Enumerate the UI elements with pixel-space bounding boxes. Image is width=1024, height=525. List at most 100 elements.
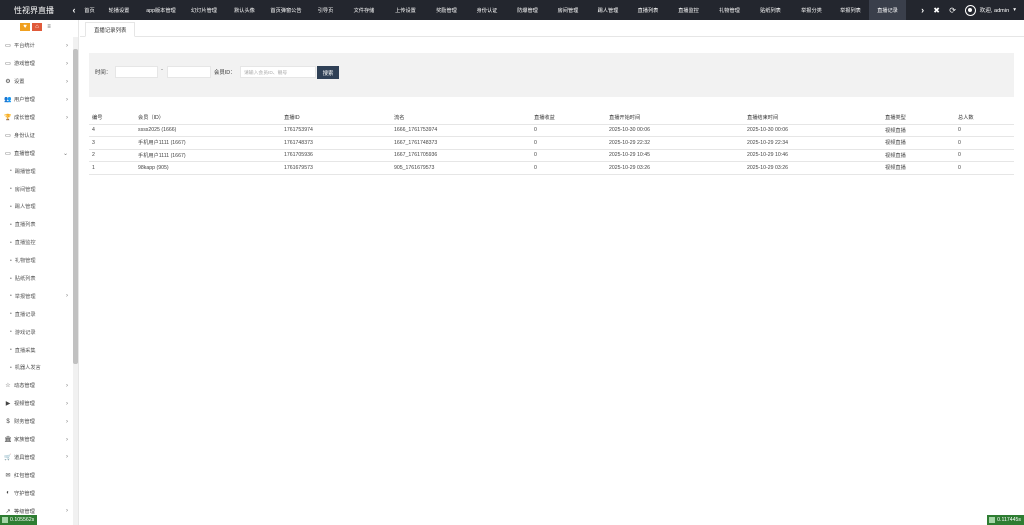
- chevron-icon: ›: [66, 96, 68, 103]
- chevron-down-icon: ▾: [1013, 7, 1016, 13]
- table-row[interactable]: 4 ssss2025 (1666) 1761753974 1666_176175397…: [89, 124, 1014, 137]
- sidebar-item[interactable]: ◐ 守护管理: [0, 484, 73, 502]
- table-row[interactable]: 1 98kapp (905) 1761679573 905_1761679573 0 20…: [89, 161, 1014, 175]
- sidebar-subitem[interactable]: 直播采集: [0, 341, 73, 359]
- sidebar-item[interactable]: 🏛 家族管理 ›: [0, 431, 73, 449]
- sidebar-subitem[interactable]: 举报管理 ›: [0, 287, 73, 305]
- nav-scroll-right-button[interactable]: ›: [917, 0, 929, 20]
- nav-tab[interactable]: 直播监控: [668, 0, 709, 20]
- sidebar-item[interactable]: ✉ 红包管理: [0, 466, 73, 484]
- nav-tab[interactable]: 上传设置: [385, 0, 426, 20]
- sidebar-item[interactable]: $ 财务管理 ›: [0, 413, 73, 431]
- sidebar-item[interactable]: ▭ 直播管理 ⌄: [0, 144, 73, 162]
- sidebar-subitem[interactable]: 礼物管理: [0, 252, 73, 270]
- sidebar-item-label: 游戏管理: [14, 61, 35, 68]
- sidebar-item[interactable]: 🛒 道具管理 ›: [0, 448, 73, 466]
- chevron-icon: ›: [66, 114, 68, 121]
- nav-tab[interactable]: 贴纸列表: [750, 0, 791, 20]
- nav-tab[interactable]: 默认头像: [225, 0, 264, 20]
- nav-tab[interactable]: 直播列表: [628, 0, 668, 20]
- sidebar-item-label: 直播记录: [14, 311, 36, 318]
- sidebar-subitem[interactable]: 直播记录: [0, 305, 73, 323]
- table-row[interactable]: 3 手机用户1111 (1667) 1761748373 1667_176174837…: [89, 136, 1014, 150]
- nav-tab[interactable]: 身份认证: [467, 0, 507, 20]
- table-cell: 0: [531, 161, 606, 175]
- search-button[interactable]: 搜索: [317, 66, 339, 79]
- menu-item-icon: ↗: [5, 508, 11, 515]
- page-tab-bar: 直播记录列表: [80, 20, 1024, 37]
- timing-value: 0.117445s: [997, 517, 1021, 523]
- nav-tab[interactable]: 引导页: [308, 0, 343, 20]
- sidebar-item-label: 动态管理: [14, 383, 35, 390]
- table-cell: 0: [955, 161, 1014, 175]
- sidebar: ♥ ⌂ ≡ ▭ 平台统计 › ▭ 游戏管理 › ⚙ 设置 › 👥 用户管理 › 🏆 成长管理 › ▭ 身份认证 ▭…: [0, 20, 79, 525]
- member-id-label: 会员ID：: [214, 70, 236, 76]
- start-time-input[interactable]: [115, 66, 158, 78]
- menu-icon[interactable]: ≡: [44, 23, 54, 31]
- nav-tab[interactable]: 奖励管理: [426, 0, 467, 20]
- chevron-icon: ›: [66, 60, 68, 67]
- favorite-icon[interactable]: ♥: [20, 23, 30, 31]
- sidebar-subitem[interactable]: 房间管理: [0, 180, 73, 198]
- nav-tab[interactable]: 礼物管理: [709, 0, 750, 20]
- menu-item-icon: 🏛: [4, 437, 12, 444]
- sidebar-scroll-thumb[interactable]: [73, 49, 78, 364]
- nav-tab[interactable]: 防爆管理: [507, 0, 548, 20]
- nav-tab[interactable]: 首页弹窗公告: [264, 0, 308, 20]
- debug-timing-badge-right: 0.117445s: [987, 515, 1024, 525]
- sidebar-subitem[interactable]: 游戏记录: [0, 323, 73, 341]
- menu-item-icon: ▶: [5, 401, 11, 408]
- nav-tab[interactable]: 踢人管理: [588, 0, 628, 20]
- column-header: 直播ID: [281, 112, 391, 125]
- sidebar-item[interactable]: ▭ 平台统计 ›: [0, 37, 73, 55]
- menu-item-icon: ▭: [5, 132, 11, 139]
- nav-tab[interactable]: 文件存储: [343, 0, 385, 20]
- table-cell: 98kapp (905): [135, 161, 281, 175]
- sidebar-item[interactable]: ▭ 身份认证: [0, 126, 73, 144]
- debug-timing-badge-left: 0.105562s: [0, 515, 38, 525]
- end-time-input[interactable]: [167, 66, 211, 78]
- sidebar-scrollbar[interactable]: [73, 37, 78, 525]
- sidebar-subitem[interactable]: 贴纸列表: [0, 270, 73, 288]
- sidebar-subitem[interactable]: 踢播管理: [0, 162, 73, 180]
- sidebar-item[interactable]: 👥 用户管理 ›: [0, 91, 73, 109]
- menu-item-icon: ◐: [6, 490, 10, 497]
- close-icon[interactable]: ✖: [929, 0, 945, 20]
- nav-tab[interactable]: 举报分类: [791, 0, 832, 20]
- nav-tab[interactable]: 轮播设置: [99, 0, 139, 20]
- sidebar-subitem[interactable]: 直播列表: [0, 216, 73, 234]
- sidebar-item[interactable]: ⚙ 设置 ›: [0, 73, 73, 91]
- user-menu[interactable]: 欢迎, admin ▾: [961, 4, 1024, 16]
- chevron-icon: ›: [66, 42, 68, 49]
- sidebar-item[interactable]: 🏆 成长管理 ›: [0, 109, 73, 127]
- sidebar-toolbar: ♥ ⌂ ≡: [0, 20, 78, 34]
- top-navbar: 性视界直播 ‹ 首页 轮播设置 app版本管理 幻灯片管理 默认头像 首页弹窗公告 引导页文…: [0, 0, 1024, 20]
- chevron-icon: ›: [66, 293, 68, 300]
- nav-tab[interactable]: 首页: [80, 0, 99, 20]
- sidebar-item[interactable]: ☆ 动态管理 ›: [0, 377, 73, 395]
- chevron-icon: ›: [66, 508, 68, 515]
- nav-tab[interactable]: 幻灯片管理: [183, 0, 225, 20]
- table-cell: 905_1761679573: [391, 161, 531, 175]
- table-cell: 视频直播: [882, 149, 955, 162]
- sidebar-subitem[interactable]: 直播监控: [0, 234, 73, 252]
- refresh-icon[interactable]: ⟳: [945, 0, 961, 20]
- sidebar-item[interactable]: ▭ 游戏管理 ›: [0, 55, 73, 73]
- table-row[interactable]: 2 手机用户1111 (1667) 1761705936 1667_176170593…: [89, 149, 1014, 162]
- nav-tab[interactable]: app版本管理: [139, 0, 183, 20]
- nav-tab[interactable]: 房间管理: [548, 0, 588, 20]
- sidebar-subitem[interactable]: 机器人发言: [0, 359, 73, 377]
- home-icon[interactable]: ⌂: [32, 23, 42, 31]
- table-cell: 2025-10-29 22:34: [744, 136, 882, 150]
- sidebar-item-label: 守护管理: [14, 490, 35, 497]
- sidebar-item-label: 直播监控: [14, 240, 36, 247]
- table-cell: 2: [89, 149, 135, 162]
- member-id-input[interactable]: 请输入会员ID、靓号: [240, 66, 316, 78]
- nav-tab[interactable]: 举报列表: [832, 0, 869, 20]
- nav-tab[interactable]: 直播记录: [869, 0, 906, 20]
- sidebar-subitem[interactable]: 踢人管理: [0, 198, 73, 216]
- sidebar-item[interactable]: ▶ 视频管理 ›: [0, 395, 73, 413]
- tab-live-records[interactable]: 直播记录列表: [85, 22, 136, 37]
- nav-scroll-left-button[interactable]: ‹: [68, 0, 80, 20]
- table-cell: 2025-10-29 03:26: [606, 161, 744, 175]
